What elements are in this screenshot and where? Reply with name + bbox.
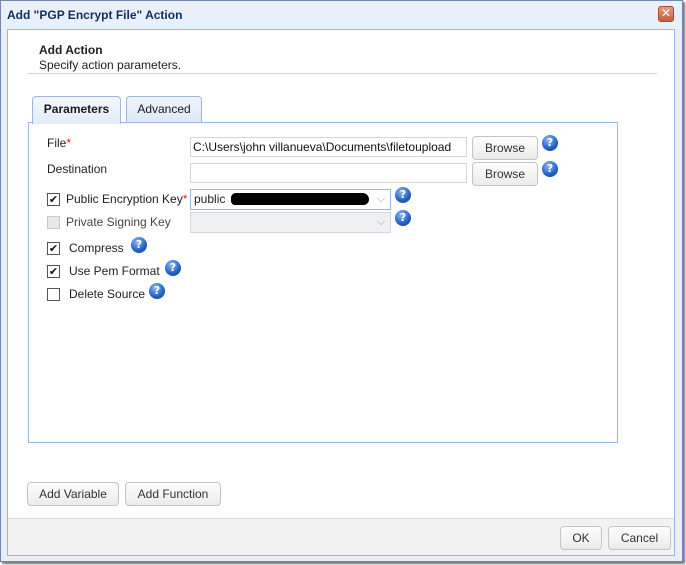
public-key-help-icon[interactable]: ? <box>395 187 411 203</box>
parameters-panel: File* C:\Users\john villanueva\Documents… <box>28 122 618 443</box>
destination-help-icon[interactable]: ? <box>542 161 558 177</box>
file-browse-button[interactable]: Browse <box>472 136 538 160</box>
private-key-checkbox <box>47 216 60 229</box>
add-variable-button[interactable]: Add Variable <box>27 482 119 506</box>
public-key-value: public <box>194 192 226 206</box>
add-function-button[interactable]: Add Function <box>125 482 221 506</box>
public-key-label-text: Public Encryption Key <box>66 192 183 206</box>
section-title: Add Action <box>39 43 103 57</box>
dialog-footer: OK Cancel <box>8 518 674 555</box>
required-marker: * <box>66 136 72 150</box>
destination-label: Destination <box>47 162 108 176</box>
delete-source-help-icon[interactable]: ? <box>149 283 165 299</box>
use-pem-format-help-icon[interactable]: ? <box>165 260 181 276</box>
chevron-down-icon: ⌵ <box>376 215 386 228</box>
use-pem-format-checkbox[interactable]: ✔ <box>47 265 60 278</box>
dialog-body: Add Action Specify action parameters. Pa… <box>7 29 675 556</box>
dialog-window: Add "PGP Encrypt File" Action ✕ Add Acti… <box>0 0 683 562</box>
section-subtitle: Specify action parameters. <box>39 58 182 72</box>
compress-label: Compress <box>69 241 124 255</box>
file-input[interactable]: C:\Users\john villanueva\Documents\filet… <box>190 137 467 157</box>
cancel-button[interactable]: Cancel <box>608 526 671 550</box>
delete-source-label: Delete Source <box>69 287 146 301</box>
public-key-checkbox[interactable]: ✔ <box>47 193 60 206</box>
file-help-icon[interactable]: ? <box>542 135 558 151</box>
file-label: File* <box>47 136 71 150</box>
close-icon[interactable]: ✕ <box>658 6 674 22</box>
tab-advanced[interactable]: Advanced <box>126 96 202 123</box>
required-marker: * <box>182 192 188 206</box>
ok-button[interactable]: OK <box>560 526 602 550</box>
title-bar: Add "PGP Encrypt File" Action ✕ <box>1 1 682 29</box>
compress-checkbox[interactable]: ✔ <box>47 242 60 255</box>
destination-input[interactable] <box>190 163 467 183</box>
file-label-text: File <box>47 136 67 150</box>
destination-browse-button[interactable]: Browse <box>472 162 538 186</box>
public-key-label: Public Encryption Key* <box>66 192 187 206</box>
use-pem-format-label: Use Pem Format <box>69 264 160 278</box>
public-key-select[interactable]: public ⌵ <box>190 189 391 210</box>
dialog-title: Add "PGP Encrypt File" Action <box>7 8 183 22</box>
private-key-help-icon[interactable]: ? <box>395 210 411 226</box>
header-divider <box>28 73 657 74</box>
redaction-mark <box>231 193 369 205</box>
chevron-down-icon[interactable]: ⌵ <box>375 192 387 206</box>
private-key-select: ⌵ <box>190 212 391 233</box>
private-key-label: Private Signing Key <box>66 215 171 229</box>
compress-help-icon[interactable]: ? <box>131 237 147 253</box>
delete-source-checkbox[interactable] <box>47 288 60 301</box>
tab-parameters[interactable]: Parameters <box>32 96 121 124</box>
